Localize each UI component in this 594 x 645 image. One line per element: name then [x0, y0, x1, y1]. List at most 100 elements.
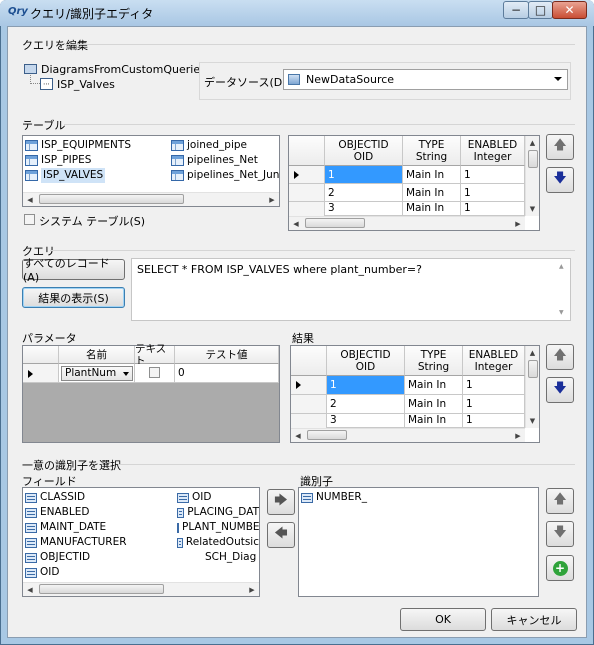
grid-cell[interactable]: 1 [327, 376, 405, 395]
scroll-thumb[interactable] [307, 429, 347, 440]
grid-cell[interactable]: 1 [461, 184, 525, 202]
show-results-button[interactable]: 結果の表示(S) [22, 287, 125, 308]
preview-grid-vscrollbar[interactable]: ▲ ▼ [525, 136, 539, 216]
grid-cell[interactable]: Main In [403, 184, 461, 202]
results-move-up-button[interactable]: 🡅 [546, 344, 574, 370]
grid-cell[interactable]: 2 [325, 184, 403, 202]
list-item[interactable]: OBJECTID [25, 550, 127, 565]
scroll-up-icon[interactable]: ▲ [559, 263, 564, 270]
add-button[interactable]: + [546, 555, 574, 581]
grid-header-type[interactable]: TYPE String [405, 346, 463, 376]
list-item[interactable]: OID [25, 565, 127, 580]
scroll-thumb[interactable] [39, 583, 164, 594]
scroll-down-icon[interactable]: ▼ [526, 202, 540, 216]
scroll-right-icon[interactable]: ▶ [245, 583, 259, 597]
scroll-right-icon[interactable]: ▶ [511, 217, 525, 231]
grid-cell[interactable]: Main In [403, 202, 461, 216]
grid-cell[interactable]: 1 [461, 166, 525, 184]
minimize-button[interactable]: − [503, 1, 529, 19]
move-up-button[interactable]: 🡅 [546, 134, 574, 160]
list-item[interactable]: ISP_EQUIPMENTS [25, 138, 131, 153]
scroll-thumb[interactable] [305, 217, 365, 228]
param-text-checkbox[interactable] [149, 367, 160, 378]
tree-root-label[interactable]: DiagramsFromCustomQueries [41, 63, 206, 76]
scroll-thumb[interactable] [527, 360, 538, 378]
params-header-test-value[interactable]: テスト値 [175, 346, 279, 364]
list-item[interactable]: joined_pipe [171, 138, 279, 153]
fields-hscrollbar[interactable]: ◀ ▶ [23, 582, 259, 596]
list-item[interactable]: MANUFACTURER [25, 535, 127, 550]
grid-row-header[interactable] [289, 166, 325, 184]
identifier-list[interactable]: NUMBER_ [298, 487, 539, 597]
grid-header-enabled[interactable]: ENABLED Integer [463, 346, 525, 376]
list-item[interactable]: pipelines_Net_Jun [171, 168, 279, 183]
grid-cell[interactable]: Main In [405, 395, 463, 414]
chevron-down-icon[interactable] [554, 77, 562, 81]
grid-header-objectid[interactable]: OBJECTID OID [325, 136, 403, 166]
grid-header-enabled[interactable]: ENABLED Integer [461, 136, 525, 166]
table-list-hscrollbar[interactable]: ◀ ▶ [23, 192, 279, 206]
scroll-left-icon[interactable]: ◀ [291, 429, 305, 443]
list-item[interactable]: NUMBER_ [301, 490, 367, 505]
maximize-button[interactable]: □ [528, 1, 553, 19]
title-bar[interactable]: Qry クエリ/識別子エディタ − □ ✕ [0, 0, 594, 26]
grid-cell[interactable]: 1 [461, 202, 525, 216]
grid-cell[interactable]: 3 [325, 202, 403, 216]
results-grid[interactable]: OBJECTID OID TYPE String ENABLED Integer 1 … [290, 345, 540, 443]
move-down-button[interactable]: 🡇 [546, 167, 574, 193]
params-row-header[interactable] [23, 364, 59, 383]
scroll-left-icon[interactable]: ◀ [23, 193, 37, 207]
scroll-left-icon[interactable]: ◀ [289, 217, 303, 231]
grid-cell[interactable]: 2 [327, 395, 405, 414]
sql-editor[interactable]: SELECT * FROM ISP_VALVES where plant_num… [131, 258, 571, 321]
list-item[interactable]: SCH_Diag [177, 550, 259, 565]
list-item[interactable]: CLASSID [25, 490, 127, 505]
list-item[interactable]: pipelines_Net [171, 153, 279, 168]
results-grid-hscrollbar[interactable]: ◀ ▶ [291, 428, 525, 442]
preview-grid[interactable]: OBJECTID OID TYPE String ENABLED Integer 1 … [288, 135, 540, 231]
scroll-down-icon[interactable]: ▼ [559, 309, 564, 316]
sql-text[interactable]: SELECT * FROM ISP_VALVES where plant_num… [137, 263, 422, 276]
param-name-dropdown[interactable]: PlantNum [59, 364, 135, 383]
grid-row-header[interactable] [289, 202, 325, 216]
scroll-thumb[interactable] [39, 193, 184, 204]
params-header-text[interactable]: テキスト [135, 343, 175, 367]
add-identifier-button[interactable]: 🡆 [267, 489, 295, 515]
close-button[interactable]: ✕ [552, 1, 587, 19]
list-item[interactable]: PLANT_NUMBE [177, 520, 259, 535]
scroll-up-icon[interactable]: ▲ [526, 346, 540, 360]
list-item[interactable]: PLACING_DAT [177, 505, 259, 520]
system-table-checkbox[interactable] [24, 214, 35, 225]
grid-row-header[interactable] [291, 395, 327, 414]
cancel-button[interactable]: キャンセル [491, 608, 577, 631]
fields-list[interactable]: CLASSID ENABLED MAINT_DATE MANUFACTURER … [22, 487, 260, 597]
grid-cell[interactable]: 1 [463, 376, 525, 395]
grid-header-type[interactable]: TYPE String [403, 136, 461, 166]
list-item[interactable]: RelatedOutsic [177, 535, 259, 550]
results-move-down-button[interactable]: 🡇 [546, 377, 574, 403]
grid-row-header[interactable] [289, 184, 325, 202]
query-tree[interactable]: DiagramsFromCustomQueries ⋯ ISP_Valves [24, 62, 206, 96]
remove-identifier-button[interactable]: 🡄 [267, 522, 295, 548]
scroll-right-icon[interactable]: ▶ [511, 429, 525, 443]
grid-header-objectid[interactable]: OBJECTID OID [327, 346, 405, 376]
scroll-left-icon[interactable]: ◀ [23, 583, 37, 597]
table-list[interactable]: ISP_EQUIPMENTS ISP_PIPES ISP_VALVES join… [22, 135, 280, 207]
datasource-dropdown[interactable]: NewDataSource [283, 69, 568, 90]
chevron-down-icon[interactable] [123, 372, 129, 376]
scroll-up-icon[interactable]: ▲ [526, 136, 540, 150]
list-item[interactable]: ISP_PIPES [25, 153, 131, 168]
grid-cell[interactable]: Main In [403, 166, 461, 184]
params-header-name[interactable]: 名前 [59, 346, 135, 364]
identifier-move-up-button[interactable]: 🡅 [546, 488, 574, 514]
scroll-down-icon[interactable]: ▼ [526, 414, 540, 428]
list-item[interactable]: MAINT_DATE [25, 520, 127, 535]
grid-row-header[interactable] [291, 414, 327, 428]
list-item[interactable]: OID [177, 490, 259, 505]
param-test-value[interactable]: 0 [175, 364, 279, 383]
grid-row-header[interactable] [291, 376, 327, 395]
results-grid-vscrollbar[interactable]: ▲ ▼ [525, 346, 539, 428]
tree-child-label[interactable]: ISP_Valves [57, 78, 115, 91]
identifier-move-down-button[interactable]: 🡇 [546, 521, 574, 547]
grid-cell[interactable]: 3 [327, 414, 405, 428]
